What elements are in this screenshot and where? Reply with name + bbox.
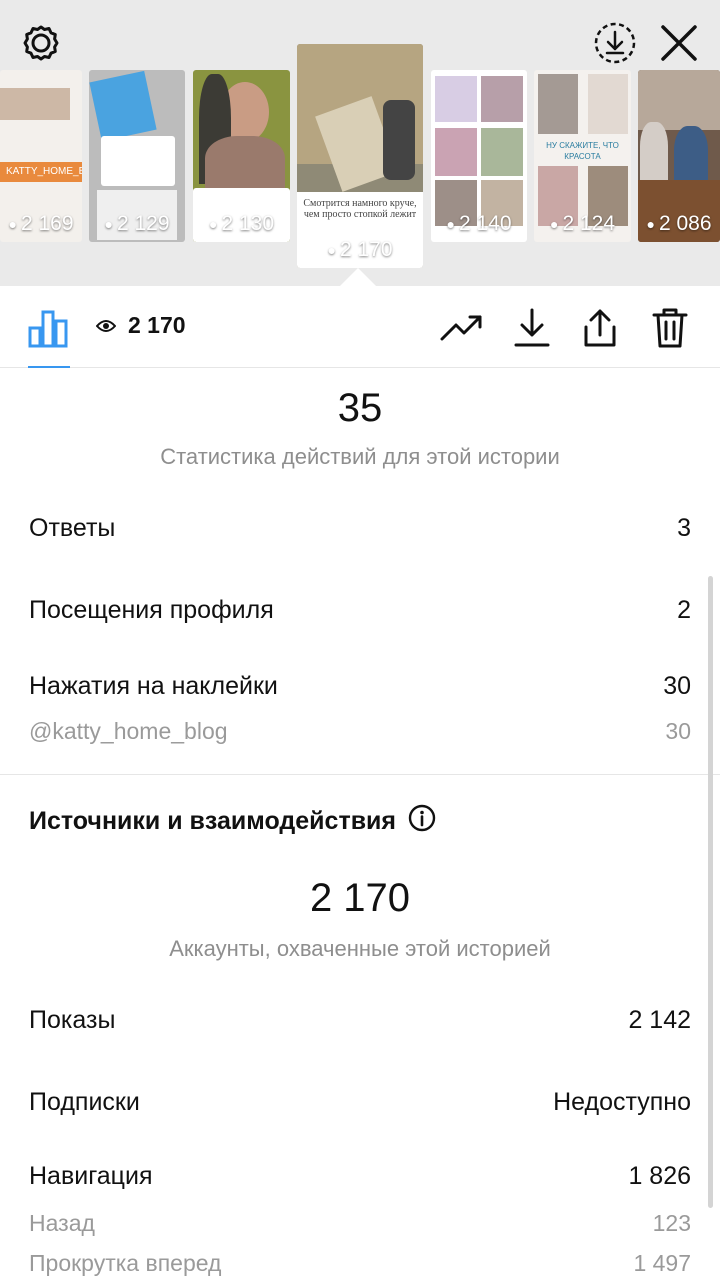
story-thumbnail[interactable]: KATTY_HOME_BLOG ●2 169 [0,70,82,242]
story-thumbnail[interactable]: ● 2 140 [431,70,527,242]
eye-icon: ● [8,216,17,232]
story-thumbnail[interactable]: ● 2 129 [89,70,185,242]
story-view-count: ● 2 140 [446,212,512,235]
story-thumbnail[interactable]: НУ СКАЖИТЕ, ЧТО КРАСОТА ● 2 124 [534,70,631,242]
story-caption: Смотрится намного круче, чем просто стоп… [303,198,417,220]
story-view-count: ● 2 124 [549,212,616,235]
download-circle-icon[interactable] [590,18,640,68]
story-view-count: ● 2 130 [208,212,275,235]
stat-row-impressions: Показы 2 142 [29,1006,691,1034]
story-thumbnail[interactable]: ● 2 086 [638,70,720,242]
eye-icon: ● [104,216,113,232]
eye-icon: ● [327,242,336,258]
eye-icon: ● [208,216,218,232]
eye-icon [95,312,117,339]
info-icon[interactable] [408,804,436,839]
selected-pointer [340,268,376,286]
story-view-count: ● 2 170 [327,238,393,261]
close-icon[interactable] [654,18,704,68]
interactions-total: 35 [337,386,383,430]
story-label: KATTY_HOME_BLOG [0,162,82,182]
reach-total: 2 170 [309,876,411,920]
eye-icon: ● [446,216,455,232]
story-thumbnail[interactable]: ● 2 130 [193,70,290,242]
trash-icon[interactable] [648,306,692,350]
stat-row-follows: Подписки Недоступно [29,1088,691,1116]
scrollbar[interactable] [708,576,713,1208]
eye-icon: ● [549,216,559,232]
story-view-count: ● 2 169 [8,212,74,235]
insights-toolbar: 2 170 [0,286,720,368]
story-caption: НУ СКАЖИТЕ, ЧТО КРАСОТА [546,141,619,161]
stat-row-replies: Ответы 3 [29,514,691,542]
stat-row-sticker-taps: Нажатия на наклейки 30 [29,672,691,700]
story-thumbnail-selected[interactable]: Смотрится намного круче, чем просто стоп… [297,44,423,268]
section-divider [0,774,720,775]
sources-section-title: Источники и взаимодействия [29,804,436,839]
stat-row-navigation: Навигация 1 826 [29,1162,691,1190]
story-view-count: ● 2 086 [646,212,712,235]
gear-icon[interactable] [16,18,66,68]
share-icon[interactable] [578,306,622,350]
story-view-count: ● 2 129 [104,212,170,235]
reach-caption: Аккаунты, охваченные этой историей [169,936,551,961]
interactions-caption: Статистика действий для этой истории [160,444,560,469]
eye-icon: ● [646,216,655,232]
stat-row-profile-visits: Посещения профиля 2 [29,596,691,624]
views-count: 2 170 [95,312,186,339]
story-strip: KATTY_HOME_BLOG ●2 169 ●2 129 ●2 130 Смо… [0,0,720,286]
stat-row-back: Назад 123 [29,1210,691,1236]
bar-chart-icon[interactable] [26,306,70,350]
stat-row-forward: Прокрутка вперед 1 497 [29,1250,691,1276]
trend-icon[interactable] [440,306,484,350]
stat-row-sticker-mention[interactable]: @katty_home_blog 30 [29,718,691,745]
download-icon[interactable] [510,306,554,350]
insights-content: 35 Статистика действий для этой истории … [0,368,720,1280]
